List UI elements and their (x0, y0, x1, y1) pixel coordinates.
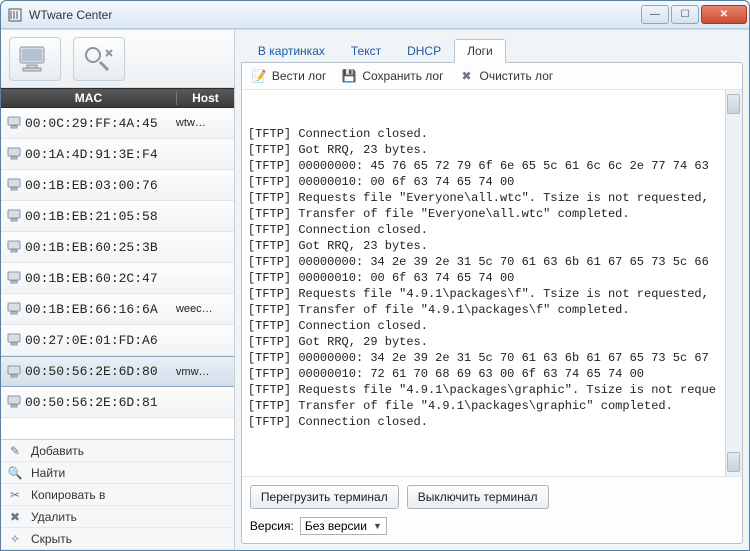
terminal-icon (5, 395, 25, 409)
version-select[interactable]: Без версии ▼ (300, 517, 387, 535)
record-icon: 📝 (252, 69, 266, 83)
tab-DHCP[interactable]: DHCP (394, 39, 454, 62)
clear-label: Очистить лог (479, 69, 553, 83)
tab-Текст[interactable]: Текст (338, 39, 394, 62)
save-icon: 💾 (342, 69, 356, 83)
window-title: WTware Center (29, 8, 641, 22)
action-label: Добавить (31, 444, 84, 458)
mac-row[interactable]: 00:1B:EB:03:00:76 (1, 170, 234, 201)
action-Скрыть[interactable]: ✧ Скрыть (1, 528, 234, 550)
tools-icon[interactable] (73, 37, 125, 81)
version-row: Версия: Без версии ▼ (242, 517, 742, 543)
mac-row[interactable]: 00:1B:EB:21:05:58 (1, 201, 234, 232)
terminal-icon (5, 365, 25, 379)
mac-address: 00:50:56:2E:6D:80 (25, 364, 176, 379)
search-icon: 🔍 (7, 466, 23, 480)
maximize-button[interactable]: ☐ (671, 5, 699, 24)
terminal-icon (5, 333, 25, 347)
terminal-icon (5, 271, 25, 285)
mac-row[interactable]: 00:1B:EB:66:16:6Aweec… (1, 294, 234, 325)
terminal-icon (5, 240, 25, 254)
window-controls: — ☐ ✕ (641, 5, 747, 24)
record-label: Вести лог (272, 69, 326, 83)
action-Найти[interactable]: 🔍 Найти (1, 462, 234, 484)
terminal-icon (5, 147, 25, 161)
header-mac[interactable]: MAC (1, 91, 176, 105)
save-log-button[interactable]: 💾 Сохранить лог (342, 69, 443, 83)
top-toolbar (1, 30, 234, 88)
mac-address: 00:1B:EB:03:00:76 (25, 178, 176, 193)
mac-address: 00:1B:EB:60:25:3B (25, 240, 176, 255)
host-name: vmw… (176, 366, 230, 378)
action-Удалить[interactable]: ✖ Удалить (1, 506, 234, 528)
terminal-icon (5, 302, 25, 316)
mac-row[interactable]: 00:1A:4D:91:3E:F4 (1, 139, 234, 170)
terminal-icon (5, 178, 25, 192)
mac-row[interactable]: 00:50:56:2E:6D:81 (1, 387, 234, 418)
mac-row[interactable]: 00:27:0E:01:FD:A6 (1, 325, 234, 356)
right-pane: В картинкахТекстDHCPЛоги 📝 Вести лог 💾 С… (235, 30, 749, 550)
action-label: Найти (31, 466, 65, 480)
titlebar: WTware Center — ☐ ✕ (1, 1, 749, 29)
app-window: WTware Center — ☐ ✕ MAC Host 00:0C:29:FF… (0, 0, 750, 551)
mac-row[interactable]: 00:1B:EB:60:2C:47 (1, 263, 234, 294)
action-Добавить[interactable]: ✎ Добавить (1, 440, 234, 462)
mac-address: 00:50:56:2E:6D:81 (25, 395, 176, 410)
scrollbar-thumb-bottom[interactable] (727, 452, 740, 472)
version-value: Без версии (305, 519, 367, 533)
mac-list-header: MAC Host (1, 88, 234, 108)
log-toolbar: 📝 Вести лог 💾 Сохранить лог ✖ Очистить л… (242, 63, 742, 90)
action-list: ✎ Добавить 🔍 Найти ✂ Копировать в ✖ Удалить ✧ Скр… (1, 439, 234, 550)
save-label: Сохранить лог (362, 69, 443, 83)
header-host[interactable]: Host (176, 91, 234, 105)
scrollbar-thumb-top[interactable] (727, 94, 740, 114)
mac-address: 00:1A:4D:91:3E:F4 (25, 147, 176, 162)
minimize-button[interactable]: — (641, 5, 669, 24)
reboot-terminal-button[interactable]: Перегрузить терминал (250, 485, 399, 509)
hide-icon: ✧ (7, 532, 23, 546)
log-body[interactable]: [TFTP] Connection closed. [TFTP] Got RRQ… (242, 90, 742, 476)
record-log-button[interactable]: 📝 Вести лог (252, 69, 326, 83)
mac-address: 00:0C:29:FF:4A:45 (25, 116, 176, 131)
mac-row[interactable]: 00:0C:29:FF:4A:45wtw… (1, 108, 234, 139)
version-label: Версия: (250, 519, 294, 533)
mac-address: 00:27:0E:01:FD:A6 (25, 333, 176, 348)
mac-address: 00:1B:EB:60:2C:47 (25, 271, 176, 286)
tab-bar: В картинкахТекстDHCPЛоги (235, 30, 749, 62)
mac-row[interactable]: 00:50:56:2E:6D:80vmw… (1, 356, 234, 387)
action-label: Удалить (31, 510, 77, 524)
plus-icon: ✎ (7, 444, 23, 458)
tab-В картинках[interactable]: В картинках (245, 39, 338, 62)
bottom-buttons: Перегрузить терминал Выключить терминал (242, 476, 742, 517)
terminal-icon (5, 116, 25, 130)
shutdown-terminal-button[interactable]: Выключить терминал (407, 485, 549, 509)
terminal-icon (5, 209, 25, 223)
close-button[interactable]: ✕ (701, 5, 747, 24)
mac-list[interactable]: 00:0C:29:FF:4A:45wtw… 00:1A:4D:91:3E:F4 00… (1, 108, 234, 439)
mac-address: 00:1B:EB:21:05:58 (25, 209, 176, 224)
mac-address: 00:1B:EB:66:16:6A (25, 302, 176, 317)
clear-icon: ✖ (459, 69, 473, 83)
delete-icon: ✖ (7, 510, 23, 524)
mac-row[interactable]: 00:1B:EB:60:25:3B (1, 232, 234, 263)
copy-icon: ✂ (7, 488, 23, 502)
action-Копировать в[interactable]: ✂ Копировать в (1, 484, 234, 506)
host-name: weec… (176, 303, 230, 315)
action-label: Копировать в (31, 488, 105, 502)
clear-log-button[interactable]: ✖ Очистить лог (459, 69, 553, 83)
tab-Логи[interactable]: Логи (454, 39, 506, 63)
body-area: MAC Host 00:0C:29:FF:4A:45wtw… 00:1A:4D:9… (1, 29, 749, 550)
host-name: wtw… (176, 117, 230, 129)
scrollbar-track[interactable] (725, 90, 742, 476)
chevron-down-icon: ▼ (373, 521, 382, 531)
log-panel: 📝 Вести лог 💾 Сохранить лог ✖ Очистить л… (241, 62, 743, 544)
action-label: Скрыть (31, 532, 72, 546)
log-text: [TFTP] Connection closed. [TFTP] Got RRQ… (248, 126, 736, 430)
app-icon (7, 7, 23, 23)
computer-icon[interactable] (9, 37, 61, 81)
left-pane: MAC Host 00:0C:29:FF:4A:45wtw… 00:1A:4D:9… (1, 30, 235, 550)
